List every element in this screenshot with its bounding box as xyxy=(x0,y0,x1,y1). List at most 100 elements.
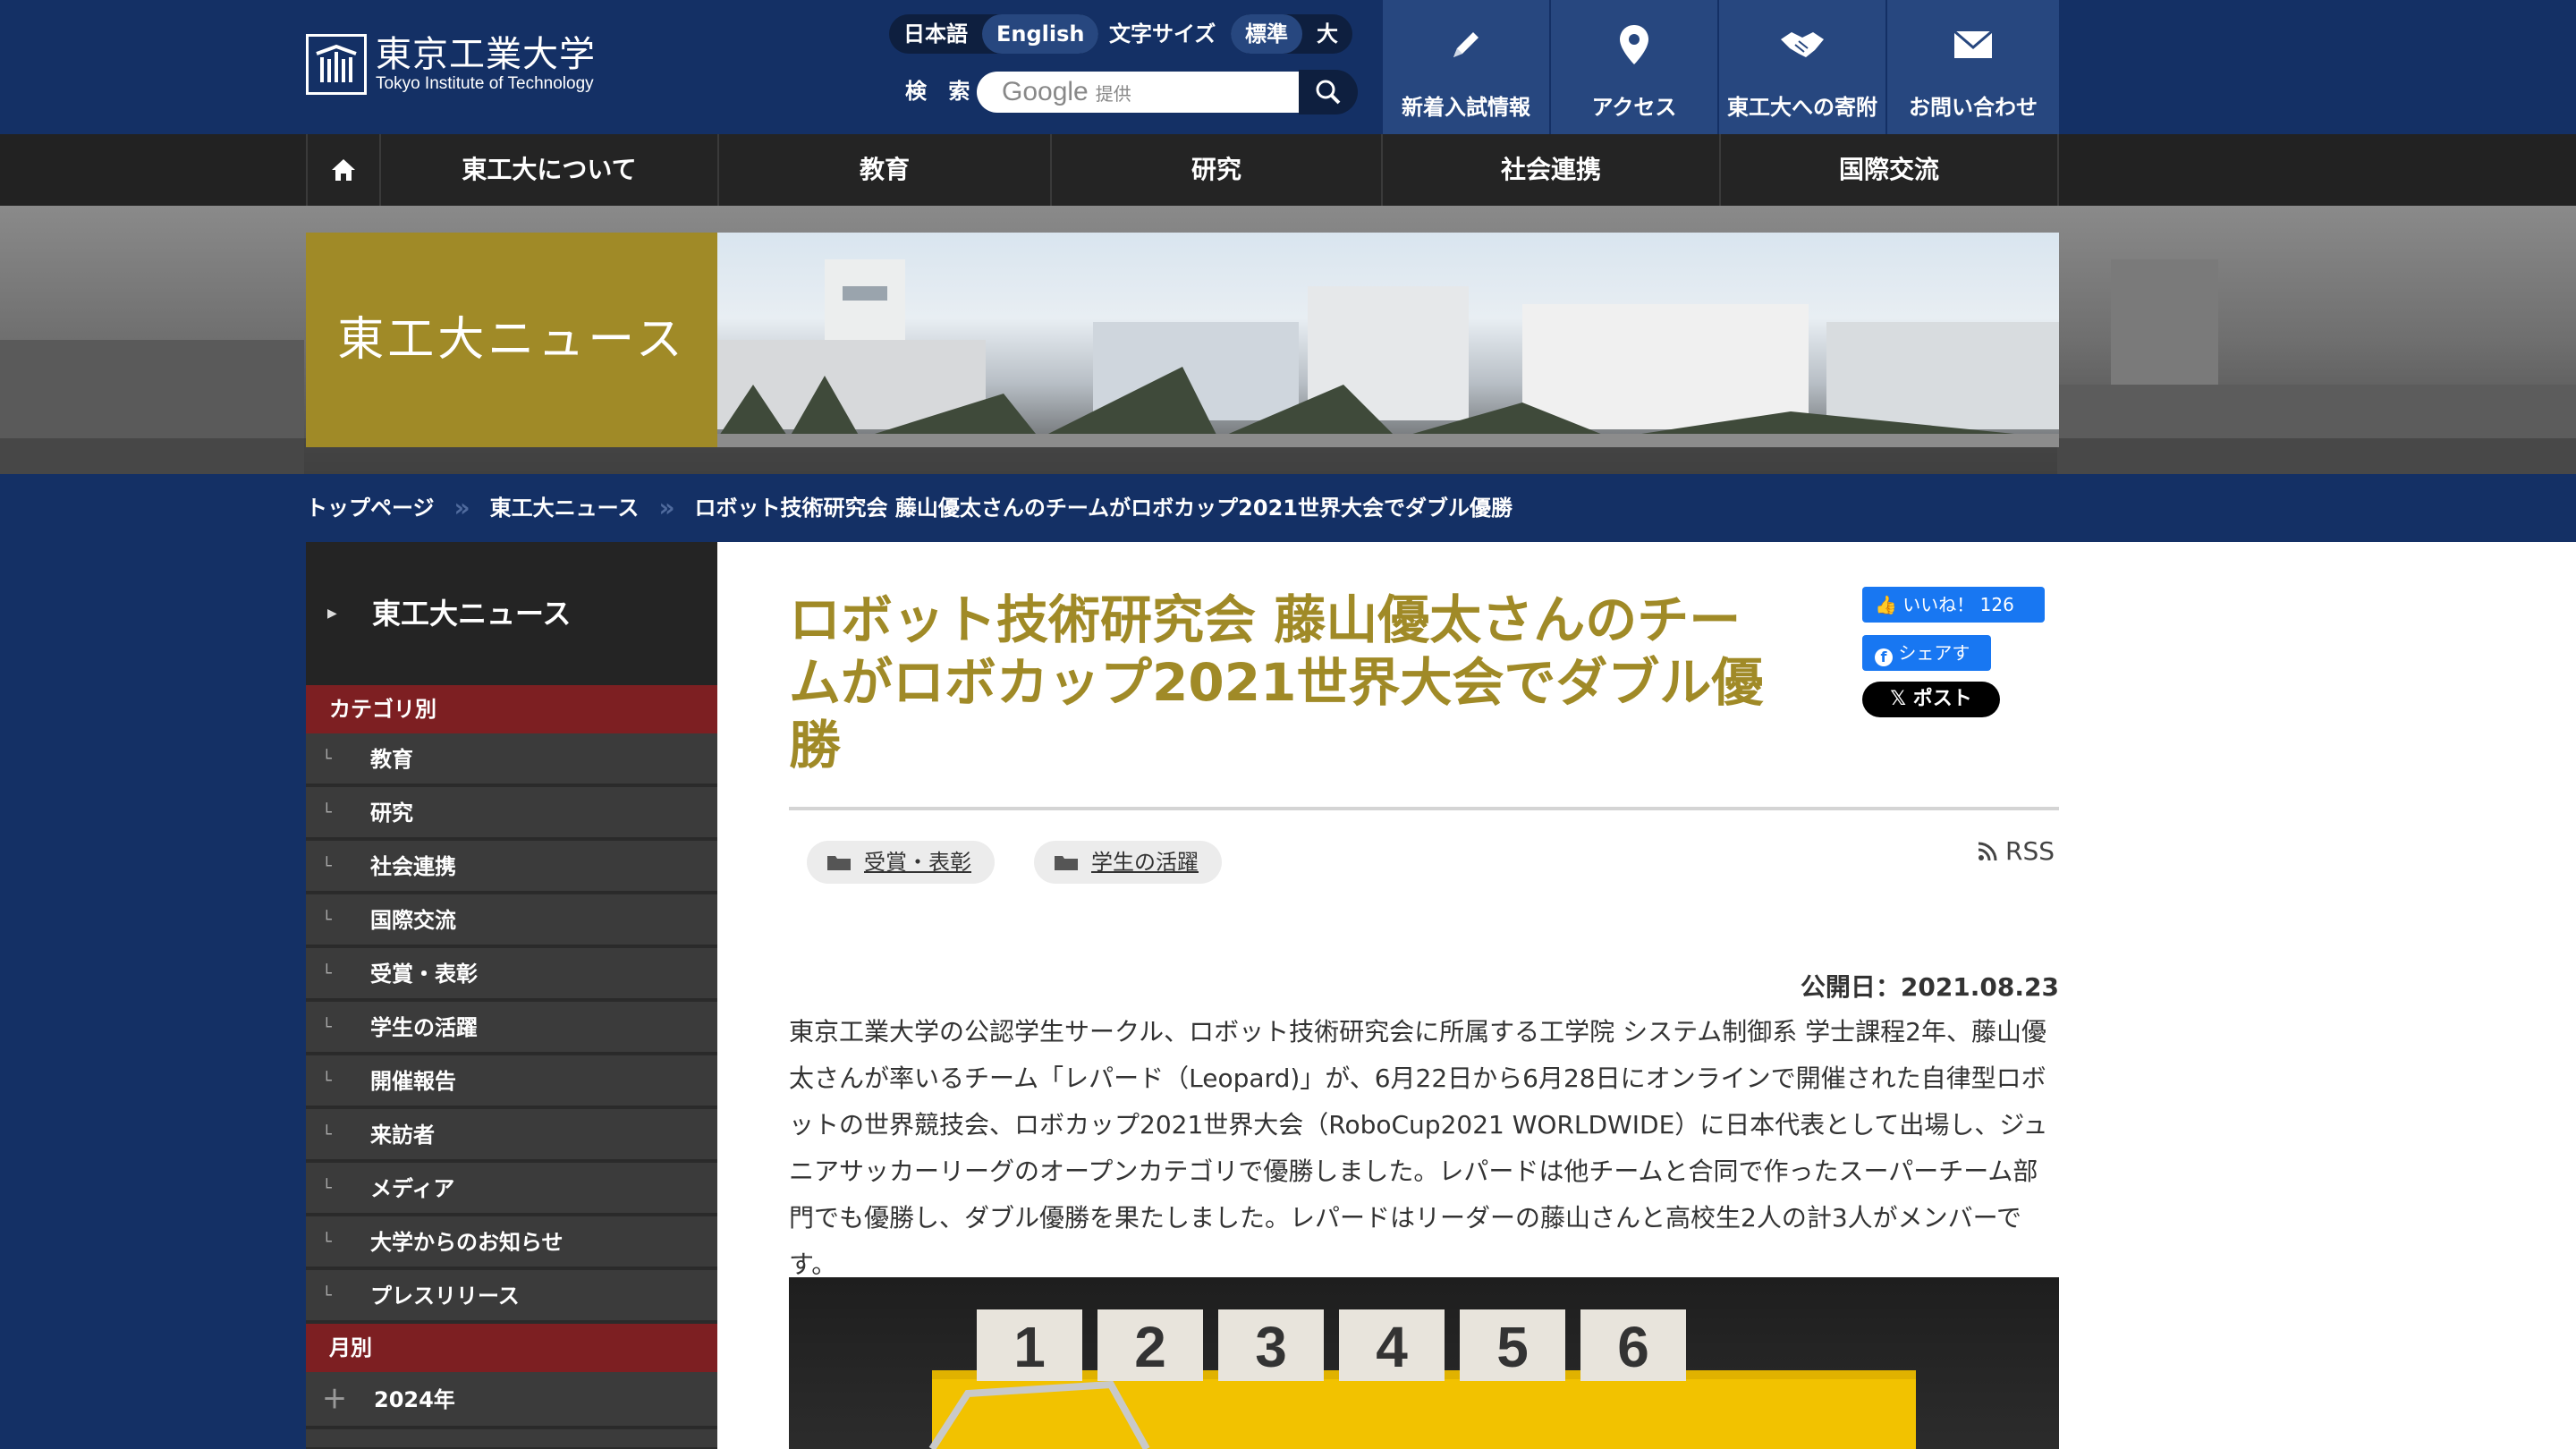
sidebar-monthly-header: 月別 xyxy=(306,1324,717,1372)
font-size-switcher: 標準 大 xyxy=(1231,14,1352,54)
tree-branch-icon: └ xyxy=(322,1286,332,1305)
sidebar-title-label: 東工大ニュース xyxy=(372,597,572,631)
logo-japanese-name: 東京工業大学 xyxy=(376,34,596,75)
lang-japanese-button[interactable]: 日本語 xyxy=(889,14,982,54)
sidebar-category-item[interactable]: └ プレスリリース xyxy=(306,1270,717,1322)
university-logo[interactable]: 東京工業大学 Tokyo Institute of Technology xyxy=(306,34,596,95)
sidebar-title[interactable]: ▶ 東工大ニュース xyxy=(306,542,717,685)
sidebar-category-label: 教育 xyxy=(370,747,413,772)
rss-link[interactable]: RSS xyxy=(1977,834,2055,869)
breadcrumb-item-top[interactable]: トップページ xyxy=(306,474,435,542)
quick-link-label: お問い合わせ xyxy=(1909,95,2038,120)
quick-link-donation[interactable]: 東工大への寄附 xyxy=(1717,0,1885,134)
digit-label: 4 xyxy=(1376,1315,1408,1379)
sidebar-category-header: カテゴリ別 xyxy=(306,685,717,733)
tag-award[interactable]: 受賞・表彰 xyxy=(807,841,995,884)
nav-home-button[interactable] xyxy=(306,134,379,206)
font-size-standard-button[interactable]: 標準 xyxy=(1231,14,1302,54)
quick-link-access[interactable]: アクセス xyxy=(1549,0,1717,134)
tree-branch-icon: └ xyxy=(322,1125,332,1144)
digit-tile: 5 xyxy=(1460,1309,1565,1381)
sidebar-category-label: 研究 xyxy=(370,801,413,826)
search-input[interactable]: Google 提供 xyxy=(977,72,1299,113)
quick-link-admissions[interactable]: 新着入試情報 xyxy=(1381,0,1549,134)
tree-branch-icon: └ xyxy=(322,857,332,876)
sidebar-category-item[interactable]: └ メディア xyxy=(306,1163,717,1215)
folder-icon xyxy=(1055,856,1078,870)
font-size-large-button[interactable]: 大 xyxy=(1302,14,1352,54)
logo-english-name: Tokyo Institute of Technology xyxy=(376,74,594,93)
digit-label: 3 xyxy=(1255,1315,1287,1379)
share-label: シェアす xyxy=(1898,642,1970,664)
title-divider xyxy=(789,807,2059,810)
google-brand-suffix: 提供 xyxy=(1095,85,1131,105)
triangle-right-icon: ▶ xyxy=(327,606,337,621)
mail-icon xyxy=(1953,30,1993,58)
font-size-label: 文字サイズ xyxy=(1109,21,1216,47)
article-title: ロボット技術研究会 藤山優太さんのチームがロボカップ2021世界大会でダブル優勝 xyxy=(789,589,1764,775)
x-logo-icon: 𝕏 xyxy=(1890,688,1907,710)
campus-photo xyxy=(717,233,2059,447)
tree-branch-icon: └ xyxy=(322,1018,332,1037)
facebook-icon: f xyxy=(1875,648,1893,666)
tag-label: 受賞・表彰 xyxy=(864,850,971,875)
article-body: 東京工業大学の公認学生サークル、ロボット技術研究会に所属する工学院 システム制御… xyxy=(789,1017,2048,1279)
logo-mark-icon xyxy=(306,34,367,95)
post-label: ポスト xyxy=(1912,688,1972,710)
tag-label: 学生の活躍 xyxy=(1091,850,1199,875)
breadcrumb-item-news[interactable]: 東工大ニュース xyxy=(490,474,640,542)
like-label: いいね！ xyxy=(1902,594,1975,615)
home-icon xyxy=(332,159,355,181)
quick-link-contact[interactable]: お問い合わせ xyxy=(1885,0,2059,134)
sidebar-category-item[interactable]: └ 国際交流 xyxy=(306,894,717,946)
sidebar-category-label: 学生の活躍 xyxy=(370,1015,478,1040)
hero-title: 東工大ニュース xyxy=(306,233,717,447)
digit-tile: 1 xyxy=(977,1309,1082,1381)
digit-tile: 3 xyxy=(1218,1309,1324,1381)
search-button[interactable] xyxy=(1299,70,1358,114)
x-post-button[interactable]: 𝕏 ポスト xyxy=(1862,682,2000,717)
nav-item-social[interactable]: 社会連携 xyxy=(1381,134,1719,206)
facebook-share-button[interactable]: f シェアす xyxy=(1862,635,1991,671)
nav-item-education[interactable]: 教育 xyxy=(717,134,1050,206)
digit-label: 5 xyxy=(1496,1315,1529,1379)
sidebar-category-label: 大学からのお知らせ xyxy=(370,1230,564,1255)
thumbs-up-icon: 👍 xyxy=(1875,594,1897,615)
nav-item-international[interactable]: 国際交流 xyxy=(1719,134,2059,206)
tree-branch-icon: └ xyxy=(322,803,332,822)
tree-branch-icon: └ xyxy=(322,911,332,929)
article-photo: 1 2 3 4 5 6 xyxy=(789,1277,2059,1449)
sidebar-category-label: メディア xyxy=(370,1176,455,1201)
like-count: 126 xyxy=(1979,594,2014,615)
sidebar-category-item[interactable]: └ 受賞・表彰 xyxy=(306,948,717,1000)
sidebar-category-item[interactable]: └ 大学からのお知らせ xyxy=(306,1216,717,1268)
sidebar-year-next[interactable] xyxy=(306,1429,717,1449)
nav-item-about[interactable]: 東工大について xyxy=(379,134,717,206)
sidebar-category-item[interactable]: └ 来訪者 xyxy=(306,1109,717,1161)
pencil-icon xyxy=(1453,32,1479,57)
facebook-like-button[interactable]: 👍 いいね！ 126 xyxy=(1862,587,2045,623)
sidebar-category-item[interactable]: └ 社会連携 xyxy=(306,841,717,893)
sidebar-category-item[interactable]: └ 学生の活躍 xyxy=(306,1002,717,1054)
sidebar-category-item[interactable]: └ 開催報告 xyxy=(306,1055,717,1107)
digit-label: 2 xyxy=(1134,1315,1166,1379)
sidebar-category-label: プレスリリース xyxy=(370,1284,520,1309)
lang-english-button[interactable]: English xyxy=(982,14,1099,54)
quick-link-label: アクセス xyxy=(1591,95,1677,120)
digit-label: 1 xyxy=(1013,1315,1046,1379)
breadcrumb-item-current: ロボット技術研究会 藤山優太さんのチームがロボカップ2021世界大会でダブル優勝 xyxy=(694,496,1513,521)
sidebar-category-label: 来訪者 xyxy=(370,1123,435,1148)
plus-icon: ＋ xyxy=(322,1385,348,1414)
sidebar-category-item[interactable]: └ 研究 xyxy=(306,787,717,839)
rss-icon xyxy=(1978,842,1997,861)
handshake-icon xyxy=(1781,32,1824,57)
tag-student[interactable]: 学生の活躍 xyxy=(1034,841,1222,884)
quick-link-label: 新着入試情報 xyxy=(1402,95,1530,120)
quick-link-label: 東工大への寄附 xyxy=(1727,95,1877,120)
sidebar-category-label: 国際交流 xyxy=(370,908,456,933)
sidebar-year-2024[interactable]: ＋ 2024年 xyxy=(306,1372,717,1428)
nav-item-research[interactable]: 研究 xyxy=(1050,134,1381,206)
breadcrumb: トップページ » 東工大ニュース » ロボット技術研究会 藤山優太さんのチームが… xyxy=(306,474,1513,542)
sidebar-category-item[interactable]: └ 教育 xyxy=(306,733,717,785)
sidebar-category-label: 開催報告 xyxy=(370,1069,456,1094)
